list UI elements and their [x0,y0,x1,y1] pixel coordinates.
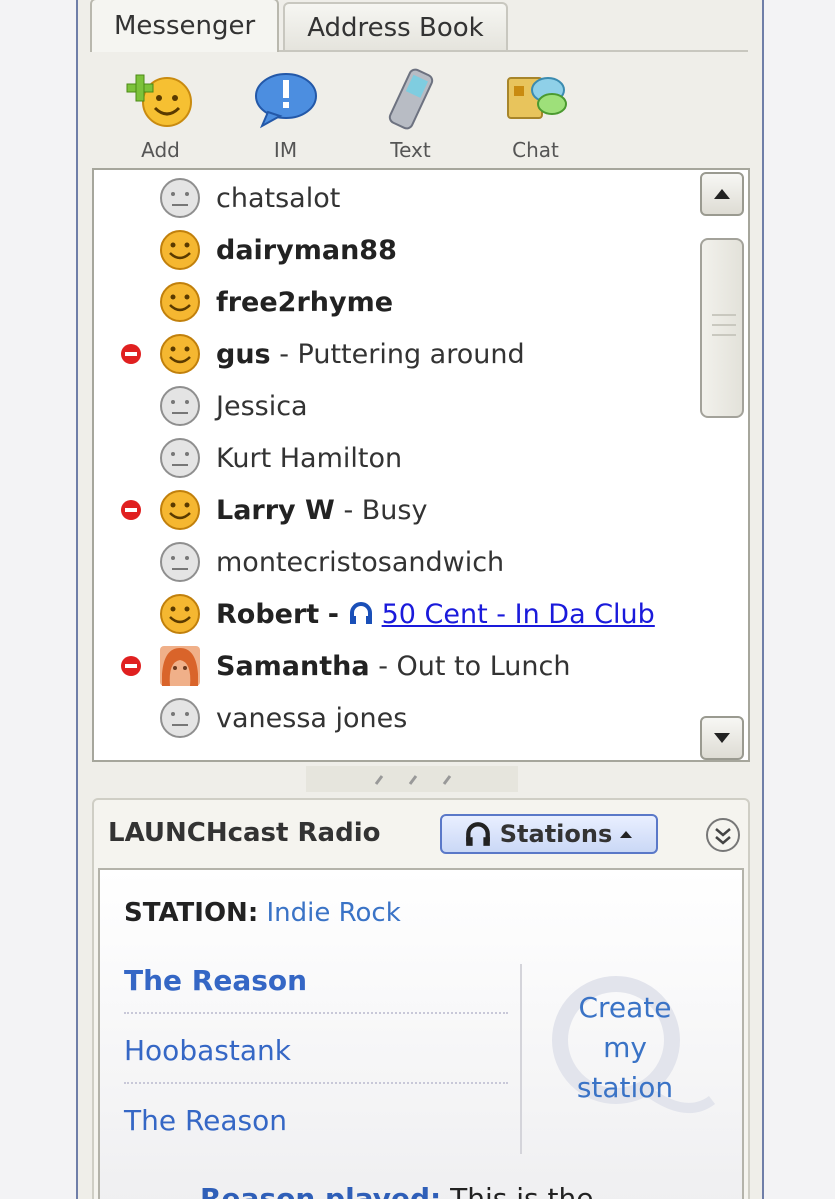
offline-smiley-icon [160,542,200,582]
now-playing-link[interactable]: 50 Cent - In Da Club [382,599,655,630]
offline-smiley-icon [160,698,200,738]
tab-bar: Messenger Address Book [90,0,508,52]
stations-button[interactable]: Stations [440,814,658,854]
track-divider [124,1082,508,1084]
buddy-row[interactable]: chatsalot [94,172,694,224]
create-station-link[interactable]: Create my station [540,988,710,1108]
panel-splitter[interactable] [306,766,518,792]
chat-icon [506,77,567,119]
chat-label: Chat [512,138,559,162]
vertical-divider [520,964,522,1154]
buddy-row[interactable]: dairyman88 [94,224,694,276]
buddy-name: chatsalot [216,182,341,214]
station-line: STATION: Indie Rock [124,898,401,928]
text-button[interactable]: Text [348,64,473,162]
buddy-row[interactable]: vanessa jones [94,692,694,744]
buddy-name: gus - Puttering around [216,338,525,370]
track-artist[interactable]: Hoobastank [124,1034,291,1067]
buddy-list: chatsalot dairyman88 free2rhyme gus - Pu… [92,168,750,762]
buddy-status: - Busy [343,494,428,526]
buddy-row[interactable]: montecristosandwich [94,536,694,588]
radio-title: LAUNCHcast Radio [108,818,381,848]
add-button[interactable]: Add [98,64,223,162]
online-smiley-icon [160,282,200,322]
tab-address-book[interactable]: Address Book [283,2,508,52]
tab-messenger[interactable]: Messenger [90,0,280,52]
buddy-name: free2rhyme [216,286,394,318]
buddy-name: Jessica [216,390,308,422]
offline-smiley-icon [160,386,200,426]
buddy-row[interactable]: gus - Puttering around [94,328,694,380]
create-label-line: Create [578,991,672,1024]
reason-played-label[interactable]: Reason played: [200,1182,441,1199]
mobile-phone-icon [388,68,433,130]
scroll-up-button[interactable] [700,172,744,216]
headphones-icon [465,822,490,846]
buddy-name: Larry W - Busy [216,494,428,526]
create-label-line: my [603,1031,647,1064]
busy-status-icon [121,656,141,676]
buddy-row[interactable]: Larry W - Busy [94,484,694,536]
reason-played-text: This is the [450,1182,594,1199]
buddy-row[interactable]: Robert - 50 Cent - In Da Club [94,588,694,640]
online-smiley-icon [160,334,200,374]
buddy-name: Robert - 50 Cent - In Da Club [216,598,655,630]
launchcast-panel: LAUNCHcast Radio Stations STATION: Indie… [92,798,750,1199]
station-label: STATION: [124,898,259,928]
grip-icon [374,775,452,785]
station-info: STATION: Indie Rock The Reason Hoobastan… [98,868,744,1199]
arrow-down-icon [714,733,730,743]
buddy-row[interactable]: Kurt Hamilton [94,432,694,484]
stations-label: Stations [499,820,613,848]
buddy-status: - Out to Lunch [378,650,571,682]
track-divider [124,1012,508,1014]
arrow-up-icon [714,189,730,199]
messenger-window: Messenger Address Book Add IM Text Chat … [76,0,764,1199]
station-value[interactable]: Indie Rock [266,898,400,928]
offline-smiley-icon [160,438,200,478]
buddy-row[interactable]: Samantha - Out to Lunch [94,640,694,692]
buddy-row[interactable]: Jessica [94,380,694,432]
reason-played: Reason played: This is the [200,1182,593,1199]
buddy-status: - Puttering around [279,338,525,370]
offline-smiley-icon [160,178,200,218]
chat-button[interactable]: Chat [473,64,598,162]
collapse-chevron-icon[interactable] [704,816,742,854]
im-button[interactable]: IM [223,64,348,162]
online-smiley-icon [160,594,200,634]
online-smiley-icon [160,230,200,270]
im-label: IM [273,138,298,162]
busy-status-icon [121,500,141,520]
busy-status-icon [121,344,141,364]
avatar [160,646,200,686]
buddy-name: vanessa jones [216,702,408,734]
buddy-row[interactable]: free2rhyme [94,276,694,328]
online-smiley-icon [160,490,200,530]
add-buddy-icon [126,74,192,127]
toolbar: Add IM Text Chat [98,64,598,162]
buddy-name: montecristosandwich [216,546,505,578]
text-label: Text [390,138,431,162]
im-icon [254,73,317,129]
scroll-thumb[interactable] [700,238,744,418]
triangle-up-icon [620,831,633,838]
add-label: Add [141,138,180,162]
create-label-line: station [576,1071,674,1104]
buddy-name: Samantha - Out to Lunch [216,650,571,682]
buddy-name: Kurt Hamilton [216,442,403,474]
scroll-down-button[interactable] [700,716,744,760]
buddy-name: dairyman88 [216,234,397,266]
buddy-list-scrollbar[interactable] [698,170,746,760]
headphones-icon [349,601,372,624]
track-album[interactable]: The Reason [124,1104,287,1137]
track-title[interactable]: The Reason [124,964,307,997]
